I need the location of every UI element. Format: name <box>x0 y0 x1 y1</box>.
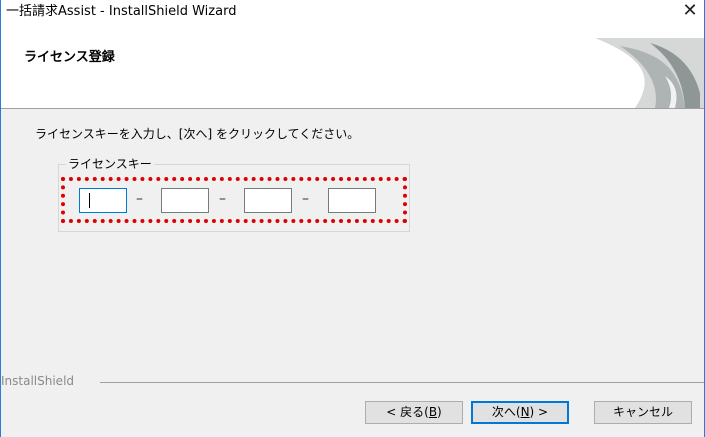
next-button-suffix: ) > <box>529 405 549 419</box>
groupbox-label: ライセンスキー <box>66 155 154 172</box>
window-title: 一括請求Assist - InstallShield Wizard <box>6 4 237 19</box>
footer-divider <box>100 382 705 383</box>
wizard-content: ライセンスキーを入力し、[次へ] をクリックしてください。 ライセンスキー – … <box>0 109 705 369</box>
back-button-prefix: < 戻る( <box>386 405 429 419</box>
installshield-logo-icon <box>595 38 705 108</box>
close-icon[interactable]: ✕ <box>675 0 705 24</box>
title-bar: 一括請求Assist - InstallShield Wizard ✕ <box>0 0 705 24</box>
instruction-text: ライセンスキーを入力し、[次へ] をクリックしてください。 <box>35 127 360 141</box>
back-button[interactable]: < 戻る(B) <box>365 401 463 424</box>
wizard-header: ライセンス登録 <box>0 24 705 109</box>
back-button-suffix: ) <box>437 405 442 419</box>
cancel-button[interactable]: キャンセル <box>594 401 692 424</box>
back-button-mnemonic: B <box>428 405 438 419</box>
next-button[interactable]: 次へ(N) > <box>471 401 569 424</box>
next-button-prefix: 次へ( <box>491 405 521 419</box>
page-title: ライセンス登録 <box>24 50 115 65</box>
footer-brand: InstallShield <box>1 374 81 388</box>
highlight-annotation <box>61 177 407 223</box>
installer-window: 一括請求Assist - InstallShield Wizard ✕ ライセン… <box>0 0 705 437</box>
next-button-mnemonic: N <box>520 405 530 419</box>
